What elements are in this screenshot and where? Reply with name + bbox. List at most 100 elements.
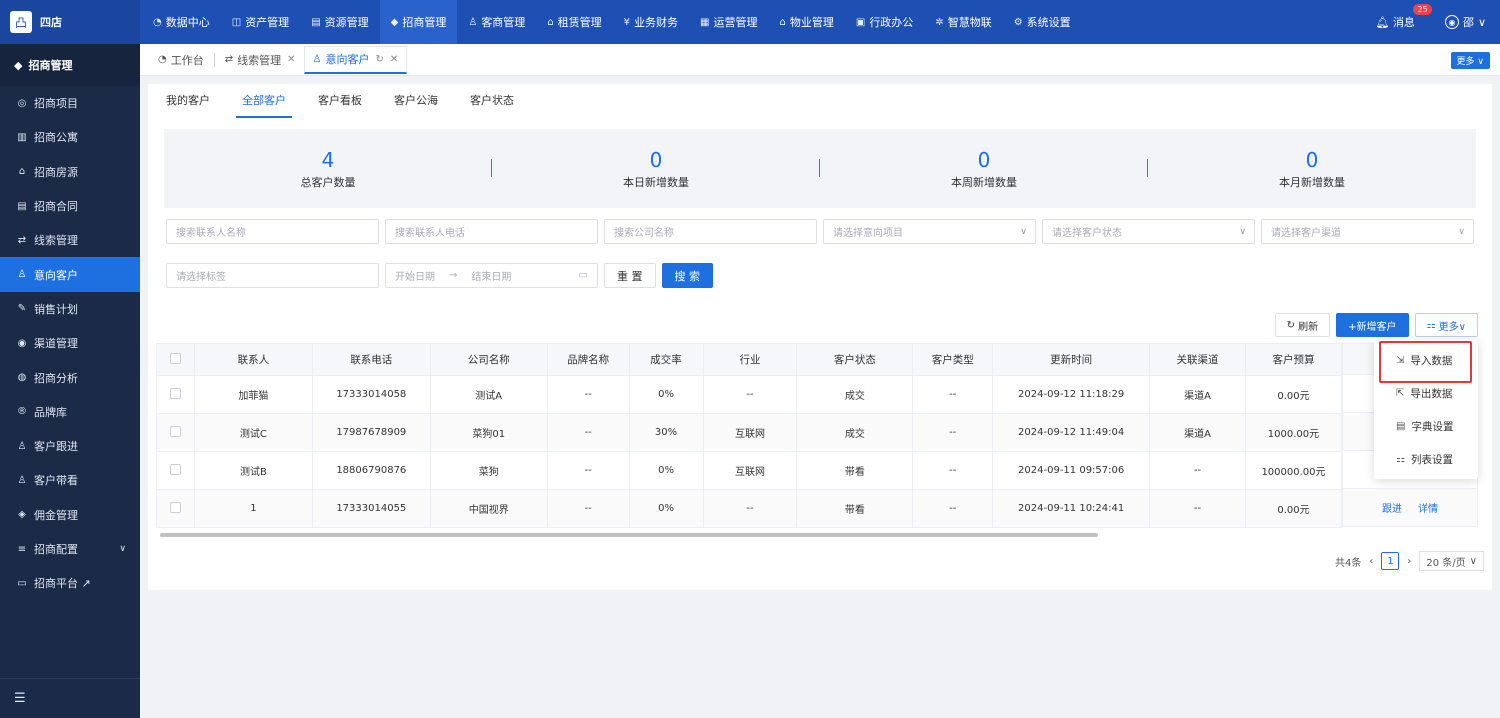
- sidebar-item-platform[interactable]: ▭ 招商平台 ↗: [0, 566, 140, 600]
- row-select[interactable]: [156, 413, 195, 452]
- sidebar-item-leads[interactable]: ⇄ 线索管理: [0, 223, 140, 257]
- col-budget[interactable]: 客户预算: [1244, 343, 1343, 376]
- contact-name-input[interactable]: 搜索联系人名称: [166, 219, 379, 244]
- contact-phone-input[interactable]: 搜索联系人电话: [385, 219, 598, 244]
- sidebar-item-follow-up[interactable]: ♙ 客户跟进: [0, 429, 140, 463]
- subtab-customer-pool[interactable]: 客户公海: [378, 84, 454, 118]
- sidebar-item-sales-plan[interactable]: ✎ 销售计划: [0, 292, 140, 326]
- checkbox[interactable]: [169, 387, 181, 399]
- table-row[interactable]: 测试B 18806790876 菜狗 -- 0% 互联网 带看 -- 2024-…: [156, 451, 1343, 490]
- cell-budget: 0.00元: [1244, 489, 1343, 528]
- nav-iot[interactable]: ✲ 智慧物联: [924, 0, 1002, 44]
- row-select[interactable]: [156, 451, 195, 490]
- col-contact[interactable]: 联系人: [193, 343, 313, 376]
- reset-button[interactable]: 重 置: [604, 263, 656, 288]
- subtab-my-customers[interactable]: 我的客户: [164, 84, 226, 118]
- nav-lease[interactable]: ⌂ 租赁管理: [536, 0, 612, 44]
- refresh-icon[interactable]: ↻: [375, 54, 383, 65]
- channel-select[interactable]: 请选择客户渠道 ∨: [1261, 219, 1474, 244]
- nav-property[interactable]: ⌂ 物业管理: [769, 0, 845, 44]
- checkbox[interactable]: [169, 425, 181, 437]
- date-range-picker[interactable]: 开始日期 → 结束日期 ▭: [385, 263, 598, 288]
- subtab-customer-status[interactable]: 客户状态: [454, 84, 530, 118]
- nav-asset[interactable]: ◫ 资产管理: [221, 0, 300, 44]
- tabs-more-button[interactable]: 更多 ∨: [1450, 52, 1490, 69]
- checkbox[interactable]: [169, 501, 181, 513]
- company-name-input[interactable]: 搜索公司名称: [604, 219, 817, 244]
- nav-settings[interactable]: ⚙ 系统设置: [1003, 0, 1082, 44]
- row-select[interactable]: [156, 489, 195, 528]
- messages-button[interactable]: 🔔︎ 消息 25: [1375, 4, 1432, 30]
- project-select[interactable]: 请选择意向项目 ∨: [823, 219, 1036, 244]
- sidebar-item-visits[interactable]: ♙ 客户带看: [0, 463, 140, 497]
- nav-investment[interactable]: ◆ 招商管理: [379, 0, 458, 44]
- col-updated[interactable]: 更新时间: [992, 343, 1151, 376]
- nav-operation[interactable]: ▦ 运营管理: [689, 0, 768, 44]
- horizontal-scrollbar[interactable]: [160, 533, 1098, 537]
- nav-merchant[interactable]: ♙ 客商管理: [457, 0, 536, 44]
- refresh-button[interactable]: ↻ 刷新: [1274, 313, 1331, 337]
- nav-admin[interactable]: ▣ 行政办公: [845, 0, 924, 44]
- next-page-icon[interactable]: ›: [1407, 556, 1411, 567]
- col-status[interactable]: 客户状态: [796, 343, 914, 376]
- dictionary-settings-item[interactable]: ▤ 字典设置: [1374, 410, 1478, 443]
- add-customer-button[interactable]: +新增客户: [1336, 313, 1409, 337]
- status-select[interactable]: 请选择客户状态 ∨: [1042, 219, 1255, 244]
- table-row[interactable]: 加菲猫 17333014058 测试A -- 0% -- 成交 -- 2024-…: [156, 375, 1343, 414]
- app-logo[interactable]: 凸 四店: [0, 0, 140, 44]
- dashboard-icon: ◔: [153, 16, 162, 28]
- table-row[interactable]: 测试C 17987678909 菜狗01 -- 30% 互联网 成交 -- 20…: [156, 413, 1343, 452]
- nav-finance[interactable]: ¥ 业务财务: [613, 0, 689, 44]
- checkbox[interactable]: [169, 463, 181, 475]
- cell-phone: 17987678909: [311, 413, 431, 452]
- sidebar-item-config[interactable]: ≡ 招商配置 ∨: [0, 532, 140, 566]
- user-menu[interactable]: ◉ 邵 ∨: [1444, 14, 1486, 30]
- row-select[interactable]: [156, 375, 195, 414]
- subtab-customer-board[interactable]: 客户看板: [302, 84, 378, 118]
- sidebar-item-commission[interactable]: ◈ 佣金管理: [0, 498, 140, 532]
- nav-data-center[interactable]: ◔ 数据中心: [142, 0, 221, 44]
- sidebar-item-apartments[interactable]: ▥ 招商公寓: [0, 120, 140, 154]
- close-icon[interactable]: ✕: [390, 54, 398, 65]
- search-button[interactable]: 搜 索: [661, 263, 713, 288]
- col-type[interactable]: 客户类型: [912, 343, 994, 376]
- column-settings-item[interactable]: ⚏ 列表设置: [1374, 443, 1478, 476]
- col-industry[interactable]: 行业: [702, 343, 798, 376]
- table-row[interactable]: 1 17333014055 中国视界 -- 0% -- 带看 -- 2024-0…: [156, 489, 1343, 528]
- sidebar-item-channels[interactable]: ◉ 渠道管理: [0, 326, 140, 360]
- close-icon[interactable]: ✕: [287, 54, 295, 65]
- more-actions-button[interactable]: ⚏ 更多∨: [1414, 313, 1478, 337]
- nav-resource[interactable]: ▤ 资源管理: [300, 0, 379, 44]
- cell-industry: 互联网: [702, 451, 798, 490]
- subtab-all-customers[interactable]: 全部客户: [226, 84, 302, 118]
- refresh-icon: ↻: [1286, 319, 1299, 331]
- sidebar-item-contracts[interactable]: ▤ 招商合同: [0, 189, 140, 223]
- sidebar-item-projects[interactable]: ◎ 招商项目: [0, 86, 140, 120]
- yen-icon: ¥: [623, 16, 631, 28]
- col-phone[interactable]: 联系电话: [311, 343, 431, 376]
- page-number[interactable]: 1: [1381, 552, 1400, 570]
- cell-brand: --: [546, 413, 630, 452]
- sidebar-item-analysis[interactable]: ◍ 招商分析: [0, 360, 140, 394]
- tab-prospects[interactable]: ♙ 意向客户 ↻ ✕: [303, 45, 408, 74]
- select-all-cell[interactable]: [156, 343, 195, 376]
- col-rate[interactable]: 成交率: [628, 343, 704, 376]
- detail-link[interactable]: 详情: [1418, 500, 1438, 515]
- col-brand[interactable]: 品牌名称: [546, 343, 630, 376]
- sidebar-item-brands[interactable]: ® 品牌库: [0, 395, 140, 429]
- gear-icon: ⚙: [1013, 16, 1023, 28]
- follow-up-link[interactable]: 跟进: [1382, 500, 1402, 515]
- tab-workbench[interactable]: ◔ 工作台: [150, 48, 212, 72]
- checkbox[interactable]: [169, 352, 181, 364]
- tag-select[interactable]: 请选择标签: [166, 263, 379, 288]
- page-size-select[interactable]: 20 条/页 ∨: [1419, 551, 1484, 571]
- prev-page-icon[interactable]: ‹: [1369, 556, 1373, 567]
- col-channel[interactable]: 关联渠道: [1149, 343, 1246, 376]
- collapse-sidebar-button[interactable]: ☰: [0, 678, 140, 718]
- sidebar-item-prospects[interactable]: ♙ 意向客户: [0, 257, 140, 292]
- tab-leads[interactable]: ⇄ 线索管理 ✕: [217, 48, 304, 72]
- col-company[interactable]: 公司名称: [429, 343, 548, 376]
- chevron-down-icon: ∨: [1458, 226, 1465, 237]
- sidebar-item-rooms[interactable]: ⌂ 招商房源: [0, 155, 140, 189]
- cell-company: 菜狗: [429, 451, 548, 490]
